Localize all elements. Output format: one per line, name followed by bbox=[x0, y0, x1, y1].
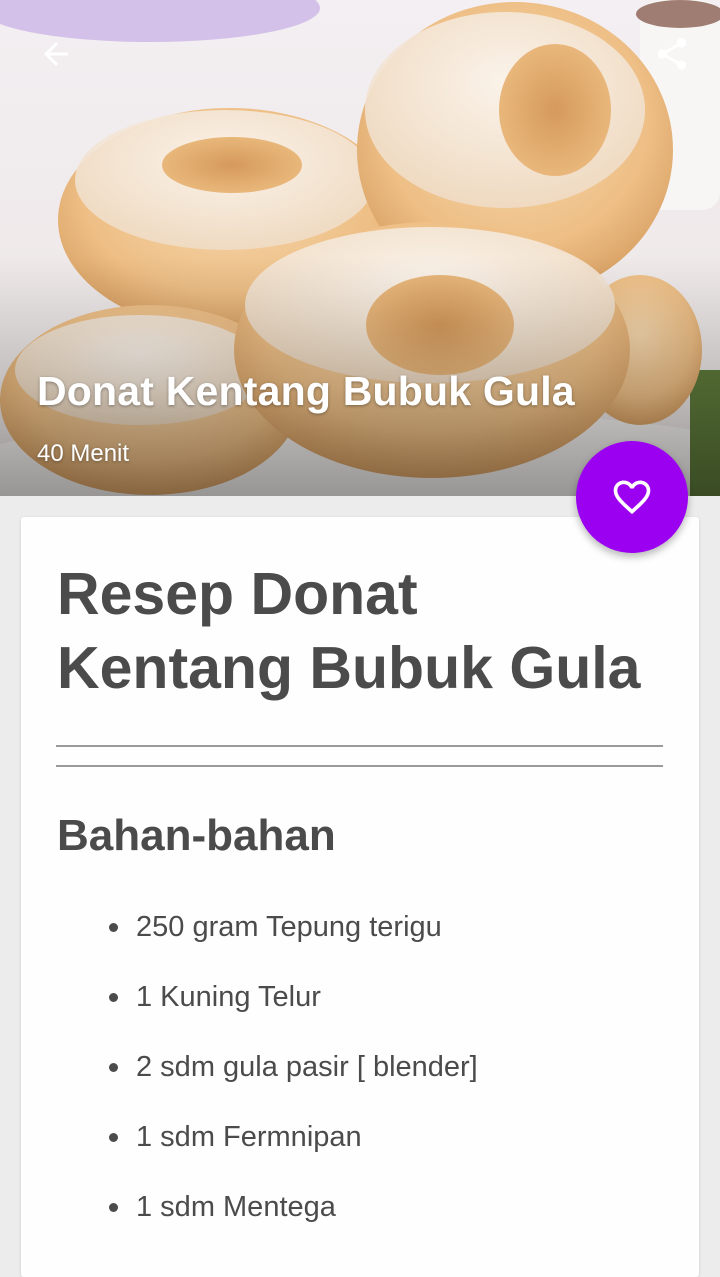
heart-outline-icon bbox=[613, 480, 651, 515]
bullet-icon bbox=[109, 1203, 118, 1212]
recipe-title: Resep Donat Kentang Bubuk Gula bbox=[57, 561, 641, 701]
bullet-icon bbox=[109, 1133, 118, 1142]
list-item: 1 sdm Mentega bbox=[21, 1177, 478, 1247]
bullet-icon bbox=[109, 1063, 118, 1072]
favorite-button[interactable] bbox=[576, 441, 688, 553]
back-button[interactable] bbox=[32, 30, 80, 78]
recipe-card: Resep Donat Kentang Bubuk Gula Bahan-bah… bbox=[21, 517, 699, 1277]
bullet-icon bbox=[109, 993, 118, 1002]
list-item: 250 gram Tepung terigu bbox=[21, 897, 478, 967]
divider bbox=[56, 745, 663, 747]
ingredient-text: 1 sdm Fermnipan bbox=[136, 1121, 362, 1153]
list-item: 1 sdm Fermnipan bbox=[21, 1107, 478, 1177]
ingredients-heading: Bahan-bahan bbox=[57, 811, 336, 860]
cooking-duration: 40 Menit bbox=[37, 440, 130, 467]
divider bbox=[56, 765, 663, 767]
bullet-icon bbox=[109, 923, 118, 932]
recipe-header-image: Donat Kentang Bubuk Gula 40 Menit bbox=[0, 0, 720, 496]
arrow-left-icon bbox=[44, 42, 68, 66]
ingredient-text: 1 Kuning Telur bbox=[136, 981, 321, 1013]
share-button[interactable] bbox=[648, 30, 696, 78]
list-item: 2 sdm gula pasir [ blender] bbox=[21, 1037, 478, 1107]
ingredients-list: 250 gram Tepung terigu 1 Kuning Telur 2 … bbox=[21, 897, 478, 1247]
ingredient-text: 1 sdm Mentega bbox=[136, 1191, 336, 1223]
ingredient-text: 2 sdm gula pasir [ blender] bbox=[136, 1051, 478, 1083]
share-icon bbox=[657, 38, 687, 70]
list-item: 1 Kuning Telur bbox=[21, 967, 478, 1037]
ingredient-text: 250 gram Tepung terigu bbox=[136, 911, 442, 943]
header-title: Donat Kentang Bubuk Gula bbox=[37, 368, 575, 414]
